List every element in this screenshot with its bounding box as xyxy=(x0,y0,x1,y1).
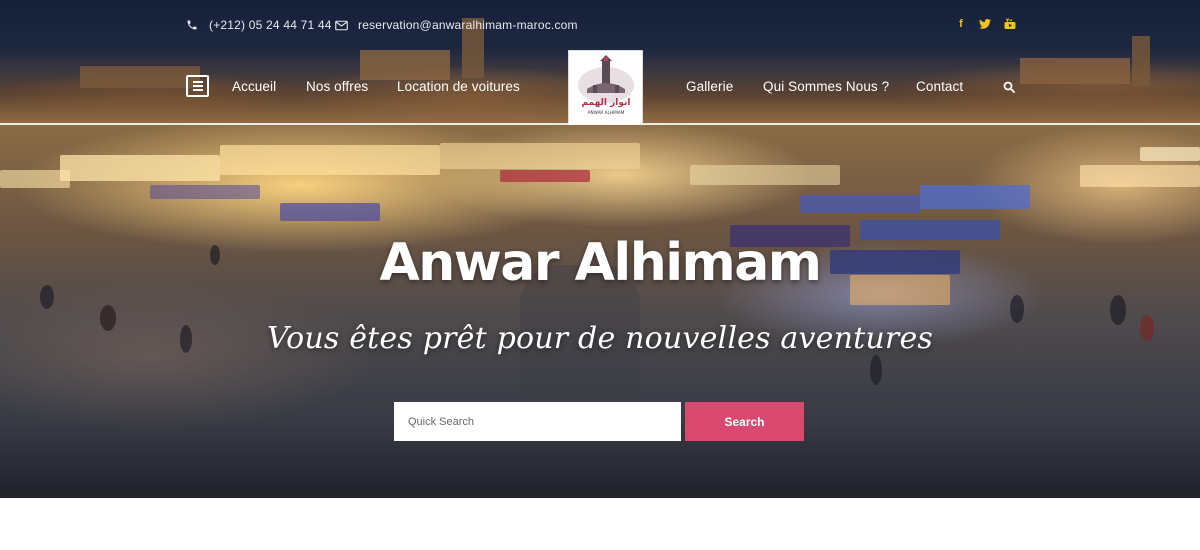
email-address: reservation@anwaralhimam-maroc.com xyxy=(358,18,578,32)
nav-link-qui-sommes-nous[interactable]: Qui Sommes Nous ? xyxy=(763,79,889,94)
phone-icon xyxy=(185,18,199,32)
twitter-icon[interactable] xyxy=(978,17,992,31)
facebook-icon[interactable]: f xyxy=(954,17,968,31)
nav-link-contact[interactable]: Contact xyxy=(916,79,963,94)
topbar-email[interactable]: reservation@anwaralhimam-maroc.com xyxy=(334,17,578,33)
hero-banner: Anwar Alhimam Vous êtes prêt pour de nou… xyxy=(0,125,1200,498)
logo-latin-text: ANWAR ALHIMAM xyxy=(587,110,624,115)
nav-link-location-de-voitures[interactable]: Location de voitures xyxy=(397,79,520,94)
youtube-icon[interactable] xyxy=(1003,17,1017,31)
search-icon[interactable] xyxy=(1003,80,1017,94)
logo-emblem: انوار الهمم ANWAR ALHIMAM xyxy=(577,54,634,115)
topbar-phone[interactable]: (+212) 05 24 44 71 44 xyxy=(185,17,332,33)
hero-subtitle: Vous êtes prêt pour de nouvelles aventur… xyxy=(266,321,934,356)
search-button[interactable]: Search xyxy=(685,402,804,441)
envelope-icon xyxy=(334,18,348,32)
site-header: (+212) 05 24 44 71 44 reservation@anwara… xyxy=(0,0,1200,125)
logo-arabic-text: انوار الهمم xyxy=(581,98,630,108)
phone-number: (+212) 05 24 44 71 44 xyxy=(209,18,332,32)
nav-link-gallerie[interactable]: Gallerie xyxy=(686,79,733,94)
nav-link-nos-offres[interactable]: Nos offres xyxy=(306,79,368,94)
nav-link-accueil[interactable]: Accueil xyxy=(232,79,276,94)
hero-title: Anwar Alhimam xyxy=(379,233,822,293)
quick-search-input[interactable] xyxy=(394,402,681,441)
hamburger-menu-icon[interactable] xyxy=(186,75,209,97)
site-logo[interactable]: انوار الهمم ANWAR ALHIMAM xyxy=(568,50,643,125)
